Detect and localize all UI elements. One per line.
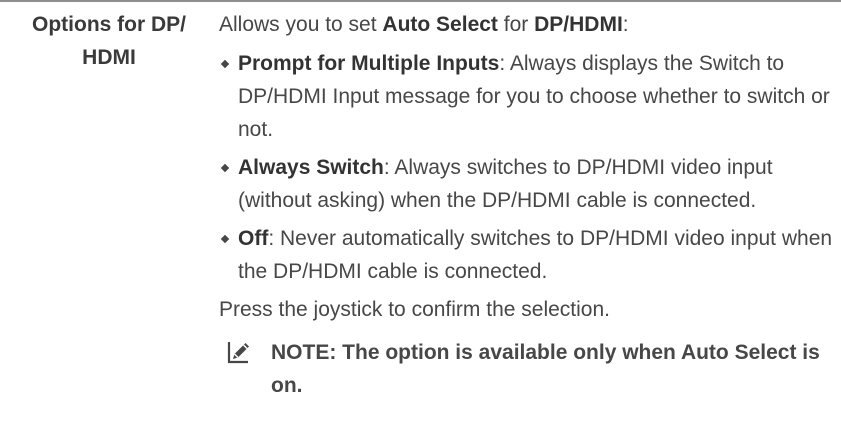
table-top-border (0, 0, 841, 2)
diamond-bullet-icon (220, 59, 230, 69)
intro-prefix: Allows you to set (219, 13, 383, 36)
option-term-line-2: HDMI (82, 46, 136, 69)
option-description: Allows you to set Auto Select for DP/HDM… (219, 8, 834, 402)
list-item-title: Always Switch (238, 156, 384, 179)
pencil-note-icon (227, 342, 249, 364)
option-term-line-1: Options for DP/ (32, 13, 186, 36)
list-item-title: Prompt for Multiple Inputs (238, 52, 500, 75)
list-item-title: Off (238, 227, 269, 250)
note-text: NOTE: The option is available only when … (271, 341, 820, 397)
option-list: Prompt for Multiple Inputs: Always displ… (219, 47, 834, 288)
note-block: NOTE: The option is available only when … (219, 336, 834, 402)
list-item: Prompt for Multiple Inputs: Always displ… (219, 47, 834, 146)
diamond-bullet-icon (220, 163, 230, 173)
intro-middle: for (497, 13, 535, 36)
list-item: Always Switch: Always switches to DP/HDM… (219, 151, 834, 217)
list-item: Off: Never automatically switches to DP/… (219, 222, 834, 288)
diamond-bullet-icon (220, 234, 230, 244)
intro-text: Allows you to set Auto Select for DP/HDM… (219, 8, 834, 41)
confirm-text: Press the joystick to confirm the select… (219, 298, 610, 321)
intro-bold-dp-hdmi: DP/HDMI (534, 13, 623, 36)
list-item-text: : Never automatically switches to DP/HDM… (238, 227, 833, 283)
option-term: Options for DP/ HDMI (0, 8, 218, 74)
intro-bold-auto-select: Auto Select (382, 13, 498, 36)
intro-suffix: : (622, 13, 629, 36)
